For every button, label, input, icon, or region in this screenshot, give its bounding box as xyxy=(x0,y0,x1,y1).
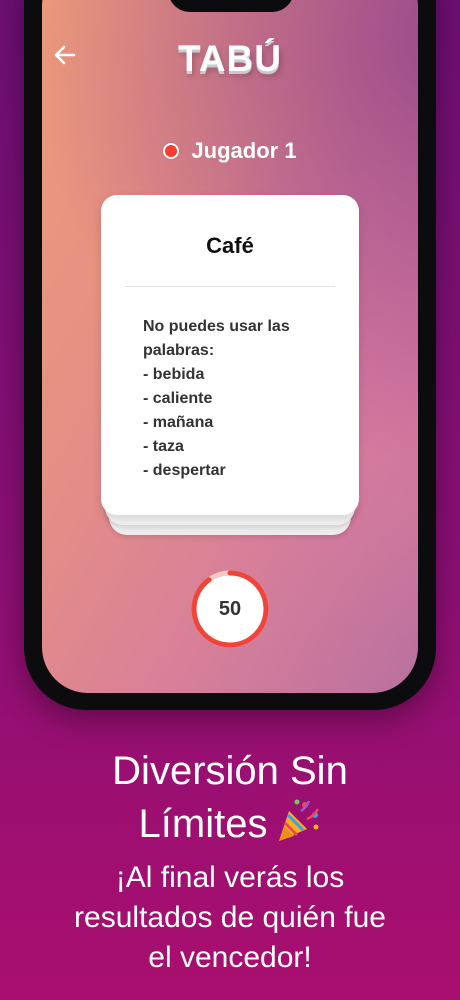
subtitle-line: resultados de quién fue xyxy=(74,901,386,934)
countdown-timer: 50 xyxy=(188,567,272,651)
app-logo: TABÚ xyxy=(177,38,282,79)
headline-line: Diversión Sin xyxy=(112,749,348,793)
phone-notch xyxy=(168,0,294,12)
headline-word: Límites xyxy=(138,802,268,847)
instruction-text: No puedes usar las xyxy=(143,318,290,335)
subtitle-line: ¡Al final verás los xyxy=(115,861,345,894)
taboo-card[interactable]: Café No puedes usar las palabras: - bebi… xyxy=(101,195,359,515)
promo-headline: Diversión Sin Límites xyxy=(0,745,460,856)
promo-subtitle: ¡Al final verás los resultados de quién … xyxy=(0,858,460,978)
current-player: Jugador 1 xyxy=(42,138,418,164)
card-divider xyxy=(125,286,335,287)
party-popper-icon xyxy=(275,797,321,856)
instruction-text: palabras: xyxy=(143,342,215,359)
card-word: Café xyxy=(206,233,254,258)
forbidden-word: - despertar xyxy=(143,462,226,479)
app-screen: TABÚ Jugador 1 Café No puedes usar las p… xyxy=(42,0,418,693)
forbidden-word: - mañana xyxy=(143,414,214,431)
forbidden-word: - taza xyxy=(143,438,184,455)
card-stack: Café No puedes usar las palabras: - bebi… xyxy=(101,195,359,535)
player-name: Jugador 1 xyxy=(191,138,297,163)
headline-line: Límites xyxy=(0,797,460,856)
player-indicator-icon xyxy=(163,143,180,159)
subtitle-line: el vencedor! xyxy=(148,941,312,974)
forbidden-word: - bebida xyxy=(143,366,205,383)
timer-value: 50 xyxy=(218,597,242,620)
card-instructions: No puedes usar las palabras: - bebida - … xyxy=(143,315,343,483)
forbidden-word: - caliente xyxy=(143,390,213,407)
